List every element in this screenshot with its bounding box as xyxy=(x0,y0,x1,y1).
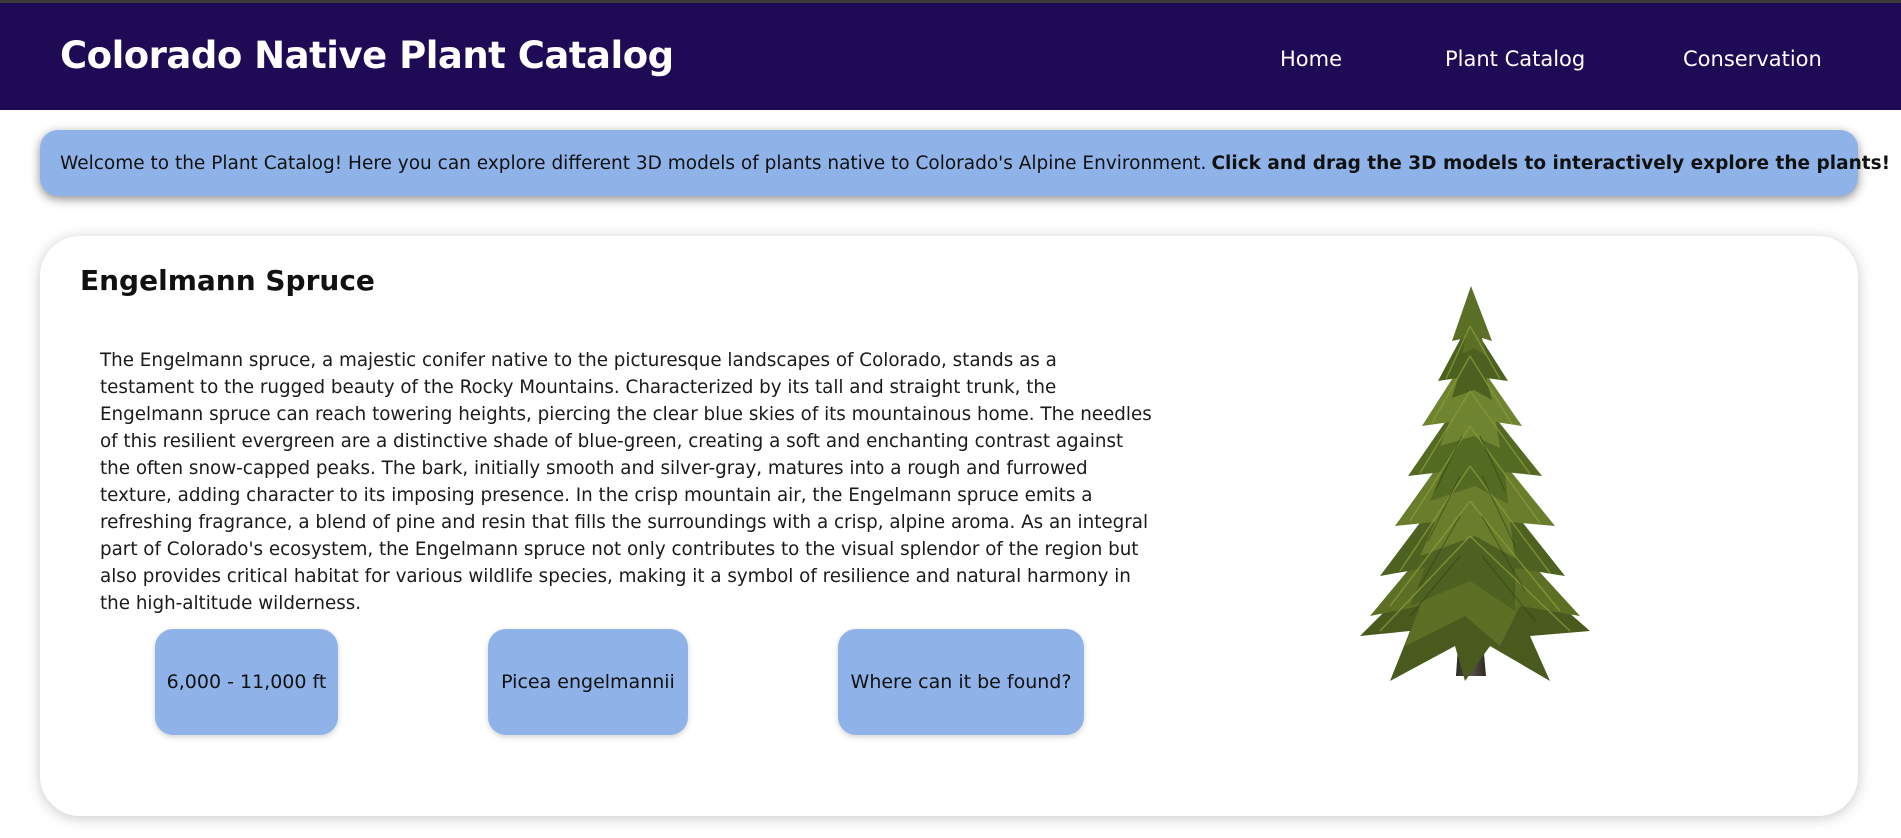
3d-model-viewer[interactable] xyxy=(1260,286,1680,706)
location-button[interactable]: Where can it be found? xyxy=(838,629,1084,735)
welcome-instruction: Click and drag the 3D models to interact… xyxy=(1211,152,1891,174)
nav-home-link[interactable]: Home xyxy=(1280,47,1342,71)
main-nav: Home Plant Catalog Conservation xyxy=(0,3,1901,110)
nav-plant-catalog-link[interactable]: Plant Catalog xyxy=(1445,47,1585,71)
welcome-text: Welcome to the Plant Catalog! Here you c… xyxy=(60,152,1207,174)
plant-description: The Engelmann spruce, a majestic conifer… xyxy=(100,350,1152,614)
plant-name: Engelmann Spruce xyxy=(80,264,375,297)
scientific-name-button[interactable]: Picea engelmannii xyxy=(488,629,688,735)
elevation-button[interactable]: 6,000 - 11,000 ft xyxy=(155,629,338,735)
welcome-banner: Welcome to the Plant Catalog! Here you c… xyxy=(40,130,1890,196)
nav-conservation-link[interactable]: Conservation xyxy=(1683,47,1822,71)
spruce-tree-icon xyxy=(1360,286,1590,681)
plant-card: Engelmann Spruce The Engelmann spruce, a… xyxy=(40,236,1858,816)
site-header: Colorado Native Plant Catalog Home Plant… xyxy=(0,3,1901,110)
